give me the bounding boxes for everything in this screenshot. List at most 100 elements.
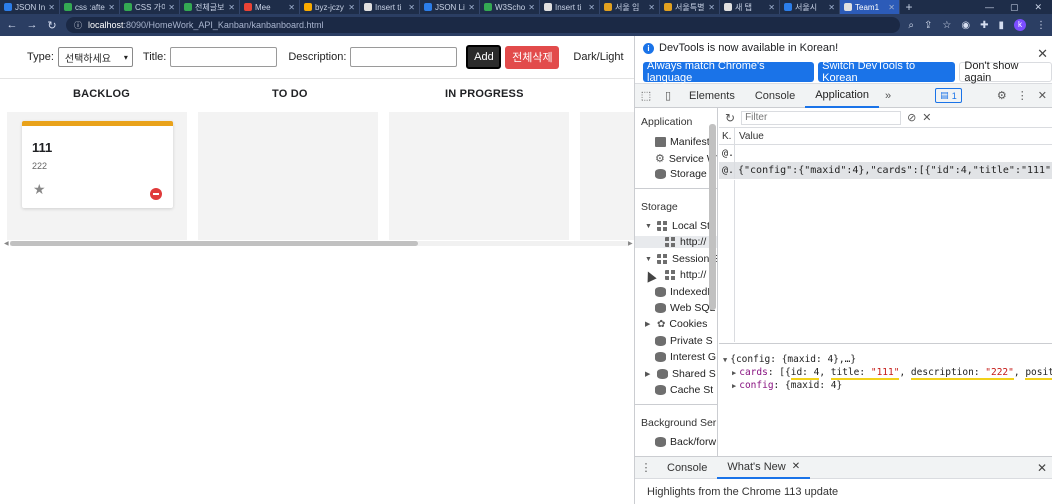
- close-tab-icon[interactable]: ✕: [588, 3, 595, 12]
- close-tab-icon[interactable]: ✕: [528, 3, 535, 12]
- browser-tab[interactable]: JSON Lit ✕: [420, 0, 480, 14]
- browser-tab[interactable]: 서울시 ✕: [780, 0, 840, 14]
- key-column-header[interactable]: K.: [719, 128, 735, 144]
- preview-divider[interactable]: [719, 343, 1052, 344]
- close-devtools-icon[interactable]: ✕: [1038, 89, 1047, 102]
- close-tab-icon[interactable]: ✕: [348, 3, 355, 12]
- sidebar-item-web-sql[interactable]: Web SQL: [655, 302, 715, 314]
- preview-root[interactable]: ▼ {config: {maxid: 4},…}: [723, 353, 1052, 366]
- close-icon[interactable]: ✕: [1037, 46, 1048, 62]
- expand-arrow-icon[interactable]: ▶: [645, 320, 653, 328]
- sidebar-item-shared-storage[interactable]: ▶ Shared S: [645, 368, 716, 380]
- tab-console[interactable]: Console: [745, 84, 805, 108]
- menu-icon[interactable]: ⋮: [1036, 20, 1046, 31]
- browser-tab[interactable]: Team1 ✕: [840, 0, 900, 14]
- preview-cards[interactable]: ▶ cards: [{id: 4, title: "111", descripti…: [723, 366, 1052, 380]
- close-tab-icon[interactable]: ✕: [648, 3, 655, 12]
- close-tab-icon[interactable]: ✕: [828, 3, 835, 12]
- scrollbar-thumb[interactable]: [10, 241, 418, 246]
- expand-arrow-icon[interactable]: ▶: [645, 370, 653, 378]
- sidebar-item-interest-groups[interactable]: Interest G: [655, 351, 716, 363]
- device-toolbar-icon[interactable]: ▯: [657, 89, 679, 102]
- close-tab-icon[interactable]: ✕: [708, 3, 715, 12]
- close-window-icon[interactable]: ✕: [1034, 2, 1042, 13]
- browser-tab[interactable]: Mee ✕: [240, 0, 300, 14]
- back-icon[interactable]: ←: [6, 19, 18, 31]
- profile-avatar[interactable]: k: [1014, 19, 1026, 31]
- sidebar-scrollbar[interactable]: [709, 124, 716, 310]
- add-button[interactable]: Add: [466, 45, 502, 69]
- star-icon[interactable]: ★: [33, 181, 46, 198]
- clear-all-icon[interactable]: ⊘: [907, 111, 916, 124]
- sidebar-item-session-storage[interactable]: ▼ Session S: [645, 253, 717, 265]
- maximize-icon[interactable]: ▢: [1010, 2, 1019, 13]
- refresh-icon[interactable]: ↻: [725, 111, 735, 125]
- table-row[interactable]: @. {"config":{"maxid":4},"cards":[{"id":…: [719, 162, 1052, 179]
- minimize-icon[interactable]: —: [985, 2, 994, 13]
- close-tab-icon[interactable]: ✕: [468, 3, 475, 12]
- sidebar-item-storage[interactable]: Storage: [655, 168, 707, 180]
- table-row[interactable]: @.: [719, 145, 1052, 162]
- extensions-icon[interactable]: ✚: [980, 20, 988, 31]
- close-tab-icon[interactable]: ✕: [228, 3, 235, 12]
- vpn-icon[interactable]: ◉: [961, 20, 970, 31]
- browser-tab[interactable]: Insert ti ✕: [540, 0, 600, 14]
- settings-gear-icon[interactable]: ⚙: [997, 89, 1007, 102]
- side-panel-icon[interactable]: ▮: [998, 20, 1004, 31]
- expand-arrow-icon[interactable]: ▼: [645, 256, 653, 263]
- share-icon[interactable]: ⇪: [924, 20, 932, 31]
- site-info-icon[interactable]: ⓘ: [74, 20, 82, 31]
- close-tab-icon[interactable]: ✕: [288, 3, 295, 12]
- filter-input[interactable]: Filter: [741, 110, 902, 125]
- more-tabs-icon[interactable]: »: [879, 90, 897, 102]
- dont-show-again-button[interactable]: Don't show again: [959, 60, 1052, 84]
- browser-tab[interactable]: 새 탭 ✕: [720, 0, 780, 14]
- zoom-icon[interactable]: ⌕: [908, 20, 914, 31]
- match-language-button[interactable]: Always match Chrome's language: [643, 60, 815, 84]
- bookmark-star-icon[interactable]: ☆: [942, 20, 951, 31]
- close-tab-icon[interactable]: ✕: [768, 3, 775, 12]
- browser-tab[interactable]: byz-jczy ✕: [300, 0, 360, 14]
- remove-card-icon[interactable]: [150, 188, 162, 200]
- type-select[interactable]: 선택하세요 ▾: [57, 47, 133, 67]
- sidebar-item-indexeddb[interactable]: IndexedD: [655, 286, 715, 298]
- close-tab-icon[interactable]: ✕: [888, 3, 895, 12]
- sidebar-item-cookies[interactable]: ▶ ✿ Cookies: [645, 318, 707, 330]
- kanban-card[interactable]: 111 222 ★: [22, 121, 173, 208]
- browser-tab[interactable]: 서울특별 ✕: [660, 0, 720, 14]
- tab-elements[interactable]: Elements: [679, 84, 745, 108]
- scroll-right-icon[interactable]: ▶: [628, 240, 633, 247]
- close-tab-icon[interactable]: ✕: [408, 3, 415, 12]
- preview-config[interactable]: ▶ config: {maxid: 4}: [723, 379, 1052, 392]
- sidebar-item-service-workers[interactable]: ⚙ Service W: [655, 152, 717, 166]
- new-tab-button[interactable]: +: [900, 0, 918, 14]
- forward-icon[interactable]: →: [26, 19, 38, 31]
- browser-tab[interactable]: 전체글보 ✕: [180, 0, 240, 14]
- delete-selected-icon[interactable]: ✕: [922, 111, 931, 124]
- board-horizontal-scrollbar[interactable]: ◀ ▶: [4, 240, 634, 247]
- inspect-element-icon[interactable]: ⬚: [635, 89, 657, 102]
- drawer-menu-icon[interactable]: ⋮: [635, 461, 657, 474]
- close-tab-icon[interactable]: ✕: [792, 461, 800, 472]
- value-column-header[interactable]: Value: [735, 128, 764, 144]
- browser-tab[interactable]: CSS 가이 ✕: [120, 0, 180, 14]
- sidebar-item-local-storage[interactable]: ▼ Local Sto: [645, 220, 716, 232]
- collapse-arrow-icon[interactable]: ▼: [723, 356, 727, 364]
- tab-application[interactable]: Application: [805, 84, 880, 108]
- browser-tab[interactable]: W3Scho ✕: [480, 0, 540, 14]
- expand-arrow-icon[interactable]: ▼: [645, 223, 653, 230]
- description-input[interactable]: [350, 47, 458, 67]
- theme-toggle[interactable]: Dark/Light: [573, 51, 623, 63]
- title-input[interactable]: [170, 47, 278, 67]
- browser-tab[interactable]: css :after ✕: [60, 0, 120, 14]
- delete-all-button[interactable]: 전체삭제: [505, 45, 560, 69]
- close-tab-icon[interactable]: ✕: [168, 3, 175, 12]
- expand-arrow-icon[interactable]: ▶: [732, 369, 736, 377]
- browser-tab[interactable]: Insert ti ✕: [360, 0, 420, 14]
- sidebar-item-session-storage-origin[interactable]: http://: [665, 269, 706, 281]
- sidebar-item-back-forward-cache[interactable]: Back/forw: [655, 436, 716, 448]
- expand-arrow-icon[interactable]: ▶: [732, 382, 736, 390]
- scroll-left-icon[interactable]: ◀: [4, 240, 9, 247]
- sidebar-item-private-state-tokens[interactable]: Private S: [655, 335, 713, 347]
- drawer-tab-whats-new[interactable]: What's New ✕: [717, 457, 811, 479]
